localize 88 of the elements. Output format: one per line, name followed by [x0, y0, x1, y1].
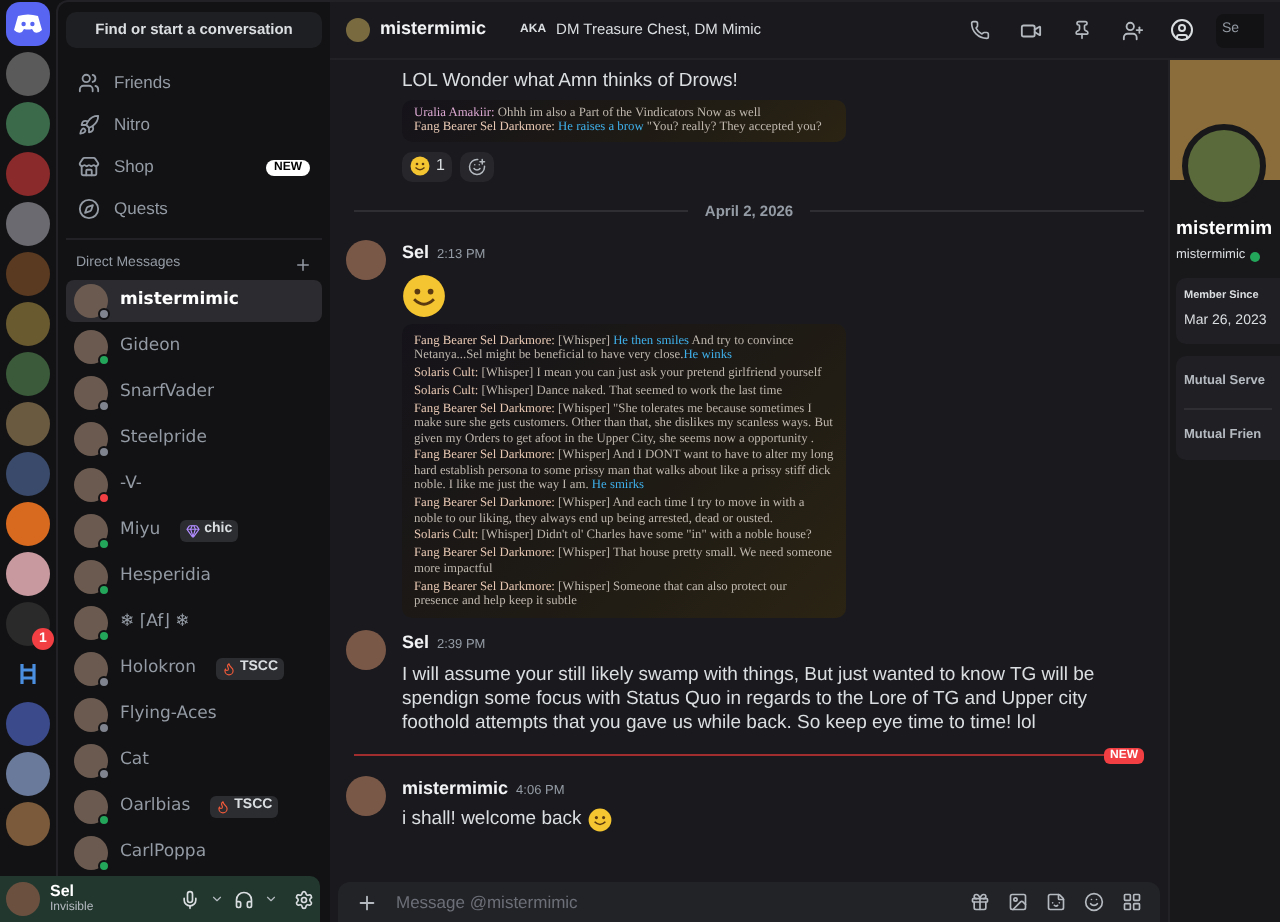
plus-icon[interactable] [356, 891, 378, 913]
reaction-button[interactable]: 1 [402, 151, 453, 182]
avatar [346, 630, 386, 671]
dm-item[interactable]: SnarfVader [66, 371, 322, 413]
avatar [6, 882, 40, 916]
people-icon [78, 72, 100, 94]
phone-icon[interactable] [970, 20, 990, 40]
avatar [74, 605, 108, 639]
dm-name: Miyu [120, 517, 161, 543]
avatar [74, 421, 108, 455]
dm-item[interactable]: ❄ ⌈Af⌋ ❄ [66, 601, 322, 643]
nav-item[interactable]: Nitro [66, 104, 322, 146]
dm-item[interactable]: -V- [66, 463, 322, 505]
video-camera-icon[interactable] [1020, 19, 1042, 41]
headphones-icon[interactable] [234, 889, 254, 909]
profile-name: mistermim [1176, 216, 1274, 244]
avatar [74, 467, 108, 501]
dm-name: Holokron [120, 655, 196, 681]
dm-name: mistermimic [120, 287, 239, 313]
server-icon[interactable] [6, 602, 50, 646]
sticker-icon[interactable] [1046, 892, 1066, 912]
flame-icon [221, 661, 236, 675]
gem-icon [186, 523, 201, 537]
chevron-down-icon[interactable] [264, 892, 278, 906]
message-author[interactable]: Sel [402, 240, 430, 268]
microphone-icon[interactable] [180, 889, 200, 909]
add-reaction-button[interactable] [460, 151, 495, 182]
avatar [346, 240, 386, 281]
dm-item[interactable]: Flying-Aces [66, 693, 322, 735]
server-icon[interactable] [6, 502, 50, 546]
plus-icon[interactable] [294, 255, 312, 274]
dm-name: SnarfVader [120, 379, 214, 405]
message-text: I will assume your still likely swamp with things, But just wanted to know TG will be spendign some focus with Status Quo in regards to the Lore of TG and Upper city foothold attempts that you gave us while back. So keep eye time to time! lol [402, 663, 1097, 736]
composer-placeholder: Message @mistermimic [396, 889, 580, 915]
dm-name: CarlPoppa [120, 839, 207, 865]
server-icon[interactable] [6, 552, 50, 596]
dm-item[interactable]: Steelpride [66, 417, 322, 459]
store-icon [78, 156, 100, 178]
dm-item[interactable]: Hesperidia [66, 555, 322, 597]
avatar [74, 697, 108, 731]
avatar [346, 18, 370, 42]
dm-name: Flying-Aces [120, 701, 217, 727]
dm-name: Gideon [120, 333, 181, 359]
server-icon[interactable] [6, 752, 50, 796]
user-profile-icon[interactable] [1170, 18, 1194, 42]
chevron-down-icon[interactable] [210, 892, 224, 906]
nav-item[interactable]: Friends [66, 62, 322, 104]
gift-icon[interactable] [970, 892, 990, 912]
avatar [74, 743, 108, 777]
avatar [74, 789, 108, 823]
dm-name: Steelpride [120, 425, 207, 451]
user-name: Sel [50, 883, 77, 899]
add-reaction-icon [468, 157, 487, 176]
flame-icon [216, 799, 231, 813]
dm-name: Hesperidia [120, 563, 211, 589]
avatar [74, 329, 108, 363]
avatar [74, 283, 108, 317]
nav-item[interactable]: Quests [66, 188, 322, 230]
message-text: LOL Wonder what Amn thinks of Drows! [402, 70, 738, 94]
dm-item[interactable]: Cat [66, 739, 322, 781]
avatar [74, 375, 108, 409]
rocket-icon [78, 114, 100, 136]
controller-logo-icon [14, 14, 42, 34]
avatar [74, 513, 108, 547]
dm-name: ❄ ⌈Af⌋ ❄ [120, 609, 190, 635]
avatar [346, 775, 386, 816]
emoji-icon[interactable] [1084, 892, 1104, 912]
message-author[interactable]: mistermimic [402, 775, 509, 803]
message-author[interactable]: Sel [402, 630, 430, 658]
dm-item[interactable]: Gideon [66, 325, 322, 367]
dm-item[interactable]: CarlPoppa [66, 831, 322, 873]
apps-icon[interactable] [1122, 892, 1142, 912]
avatar [74, 651, 108, 685]
add-user-icon[interactable] [1122, 19, 1144, 41]
header-username: mistermimic [380, 16, 487, 43]
dm-item[interactable]: mistermimic [66, 279, 322, 321]
compass-icon [78, 198, 100, 220]
avatar [74, 835, 108, 869]
server-icon[interactable] [6, 202, 50, 246]
avatar [74, 559, 108, 593]
settings-icon[interactable] [294, 889, 314, 909]
pin-icon[interactable] [1072, 20, 1092, 40]
badge-icon [1249, 251, 1260, 262]
dm-name: Oarlbias [120, 793, 191, 819]
dm-name: -V- [120, 471, 142, 497]
home-button[interactable] [6, 2, 50, 46]
dm-name: Cat [120, 747, 149, 773]
message-text: i shall! welcome back [402, 808, 582, 833]
